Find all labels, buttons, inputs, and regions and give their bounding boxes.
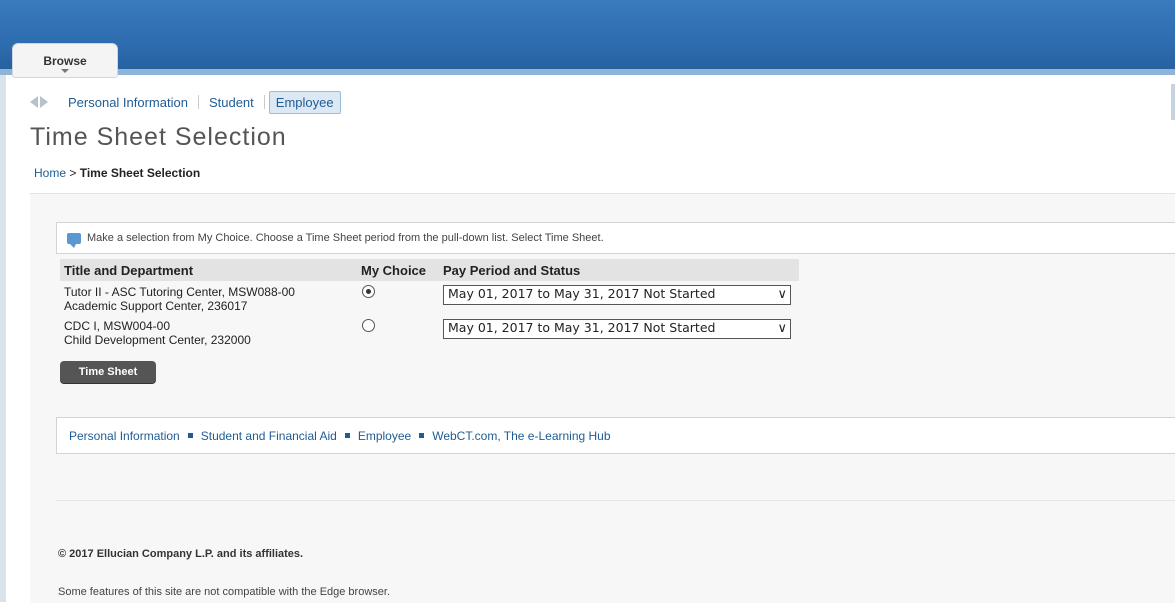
table-row: Tutor II - ASC Tutoring Center, MSW088-0… [60,281,799,315]
info-message-box: Make a selection from My Choice. Choose … [56,222,1175,254]
arrow-right-icon[interactable] [40,96,48,108]
footer-link-student-financial-aid[interactable]: Student and Financial Aid [201,429,337,443]
bullet-icon [187,433,193,438]
table-row: CDC I, MSW004-00 Child Development Cente… [60,315,799,349]
copyright: © 2017 Ellucian Company L.P. and its aff… [58,548,304,560]
chevron-down-icon: ∨ [777,287,787,302]
info-chat-icon [67,232,81,248]
my-choice-cell [357,281,439,315]
breadcrumb-separator: > [69,166,77,180]
bullet-icon [419,433,425,438]
pay-period-cell: May 01, 2017 to May 31, 2017 Not Started… [439,281,799,315]
pay-period-value: May 01, 2017 to May 31, 2017 Not Started [448,286,716,301]
top-nav: Personal Information Student Employee [30,89,341,115]
chevron-down-icon [61,69,69,73]
right-border [1171,84,1175,120]
footer-link-employee[interactable]: Employee [358,429,411,443]
top-banner [0,0,1175,75]
title-department-cell: Tutor II - ASC Tutoring Center, MSW088-0… [60,281,357,315]
table-header-row: Title and Department My Choice Pay Perio… [60,259,799,281]
job-title: CDC I, MSW004-00 [64,319,171,333]
nav-employee[interactable]: Employee [268,90,341,114]
nav-personal-information[interactable]: Personal Information [62,91,194,114]
my-choice-radio[interactable] [362,319,375,332]
pay-period-cell: May 01, 2017 to May 31, 2017 Not Started… [439,315,799,349]
header-pay-period: Pay Period and Status [439,259,799,281]
divider [56,500,1175,501]
info-message: Make a selection from My Choice. Choose … [87,232,604,244]
pay-period-select[interactable]: May 01, 2017 to May 31, 2017 Not Started… [443,285,791,305]
nav-student[interactable]: Student [203,91,260,114]
breadcrumb-home[interactable]: Home [34,166,66,180]
nav-divider [263,95,265,109]
browser-note: Some features of this site are not compa… [58,586,391,598]
browse-tab-label: Browse [43,54,87,68]
banner-stripe [0,69,1175,75]
browse-tab[interactable]: Browse [12,43,118,78]
footer-link-webct[interactable]: WebCT.com, The e-Learning Hub [432,429,610,443]
time-sheet-button[interactable]: Time Sheet [60,361,156,383]
footer-links-bar: Personal Information Student and Financi… [56,417,1175,454]
breadcrumb: Home > Time Sheet Selection [34,166,200,180]
footer-link-personal-information[interactable]: Personal Information [69,429,180,443]
page-title: Time Sheet Selection [30,123,287,151]
breadcrumb-current: Time Sheet Selection [79,166,201,180]
header-title-department: Title and Department [60,259,357,281]
title-department-cell: CDC I, MSW004-00 Child Development Cente… [60,315,357,349]
bullet-icon [344,433,350,438]
job-department: Child Development Center, 232000 [64,333,251,347]
chevron-down-icon: ∨ [777,321,787,336]
pay-period-value: May 01, 2017 to May 31, 2017 Not Started [448,320,716,335]
job-department: Academic Support Center, 236017 [64,299,248,313]
nav-arrows [30,96,48,108]
arrow-left-icon[interactable] [30,96,38,108]
timesheet-table: Title and Department My Choice Pay Perio… [60,259,799,349]
my-choice-cell [357,315,439,349]
left-border [0,75,6,602]
my-choice-radio-selected[interactable] [362,285,375,298]
job-title: Tutor II - ASC Tutoring Center, MSW088-0… [64,285,295,299]
content-panel [30,193,1175,603]
pay-period-select[interactable]: May 01, 2017 to May 31, 2017 Not Started… [443,319,791,339]
nav-divider [197,95,199,109]
header-my-choice: My Choice [357,259,439,281]
